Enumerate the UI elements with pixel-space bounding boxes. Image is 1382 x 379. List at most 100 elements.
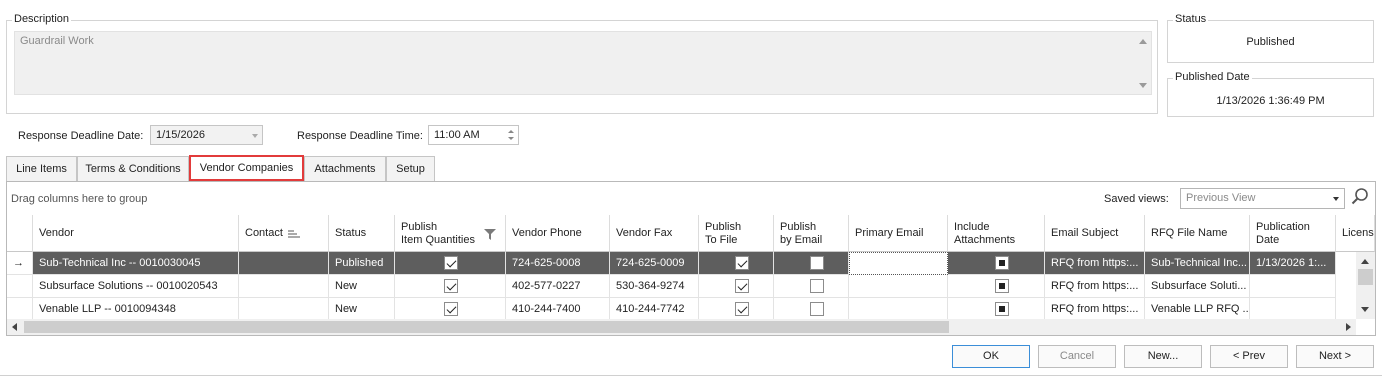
publish-email-checkbox[interactable] <box>810 279 824 293</box>
chevron-down-icon[interactable] <box>1333 197 1339 201</box>
new-button[interactable]: New... <box>1124 345 1202 368</box>
cell-primary-email[interactable] <box>849 275 948 298</box>
deadline-date-field[interactable]: 1/15/2026 <box>150 125 263 145</box>
cell-email-subject[interactable]: RFQ from https:... <box>1045 275 1145 298</box>
cell-include-attachments[interactable] <box>948 252 1045 275</box>
cell-email-subject[interactable]: RFQ from https:... <box>1045 252 1145 275</box>
scroll-thumb[interactable] <box>1358 269 1373 285</box>
cell-publish-email[interactable] <box>774 275 849 298</box>
col-vendor[interactable]: Vendor <box>33 215 239 252</box>
prev-button[interactable]: < Prev <box>1210 345 1288 368</box>
cell-phone[interactable]: 724-625-0008 <box>506 252 610 275</box>
scroll-up-icon[interactable] <box>1139 39 1147 44</box>
group-by-area[interactable]: Drag columns here to group <box>11 193 147 205</box>
publish-qty-checkbox[interactable] <box>444 256 458 270</box>
cell-vendor[interactable]: Venable LLP -- 0010094348 <box>33 298 239 321</box>
publish-email-checkbox[interactable] <box>810 256 824 270</box>
col-email-subject[interactable]: Email Subject <box>1045 215 1145 252</box>
cell-status[interactable]: Published <box>329 252 395 275</box>
cell-primary-email[interactable] <box>849 298 948 321</box>
tab-terms-conditions[interactable]: Terms & Conditions <box>77 156 189 181</box>
cell-publish-qty[interactable] <box>395 298 506 321</box>
col-publish-to-file[interactable]: Publish To File <box>699 215 774 252</box>
cell-rfq-file[interactable]: Sub-Technical Inc... <box>1145 252 1250 275</box>
cell-status[interactable]: New <box>329 275 395 298</box>
col-rfq-file-name[interactable]: RFQ File Name <box>1145 215 1250 252</box>
scroll-up-icon[interactable] <box>1361 259 1369 264</box>
grid-vertical-scrollbar[interactable] <box>1356 252 1375 319</box>
col-publish-item-quantities[interactable]: Publish Item Quantities <box>395 215 506 252</box>
publish-file-checkbox[interactable] <box>735 302 749 316</box>
cell-publish-qty[interactable] <box>395 252 506 275</box>
col-vendor-fax[interactable]: Vendor Fax <box>610 215 699 252</box>
sort-icon[interactable] <box>288 230 300 239</box>
col-publication-date[interactable]: Publication Date <box>1250 215 1336 252</box>
cell-publish-file[interactable] <box>699 275 774 298</box>
cell-phone[interactable]: 410-244-7400 <box>506 298 610 321</box>
publish-qty-checkbox[interactable] <box>444 279 458 293</box>
description-textarea[interactable]: Guardrail Work <box>14 31 1152 95</box>
cell-rfq-file[interactable]: Subsurface Soluti... <box>1145 275 1250 298</box>
cell-publish-file[interactable] <box>699 252 774 275</box>
cell-pub-date[interactable] <box>1250 298 1336 321</box>
spin-down-icon[interactable] <box>508 137 514 140</box>
scroll-down-icon[interactable] <box>1139 83 1147 88</box>
scroll-right-icon[interactable] <box>1346 323 1351 331</box>
filter-icon[interactable] <box>484 229 496 240</box>
cell-status[interactable]: New <box>329 298 395 321</box>
deadline-time-field[interactable]: 11:00 AM <box>428 125 519 145</box>
include-attachments-checkbox[interactable] <box>995 256 1009 270</box>
cell-publish-email[interactable] <box>774 252 849 275</box>
next-button[interactable]: Next > <box>1296 345 1374 368</box>
table-row[interactable]: Venable LLP -- 0010094348 New 410-244-74… <box>7 298 1375 321</box>
cell-contact[interactable] <box>239 275 329 298</box>
cell-fax[interactable]: 410-244-7742 <box>610 298 699 321</box>
col-vendor-phone[interactable]: Vendor Phone <box>506 215 610 252</box>
cell-rfq-file[interactable]: Venable LLP RFQ ... <box>1145 298 1250 321</box>
cell-email-subject[interactable]: RFQ from https:... <box>1045 298 1145 321</box>
cell-fax[interactable]: 724-625-0009 <box>610 252 699 275</box>
cell-phone[interactable]: 402-577-0227 <box>506 275 610 298</box>
publish-qty-checkbox[interactable] <box>444 302 458 316</box>
publish-file-checkbox[interactable] <box>735 256 749 270</box>
include-attachments-checkbox[interactable] <box>995 279 1009 293</box>
publish-email-checkbox[interactable] <box>810 302 824 316</box>
tab-setup[interactable]: Setup <box>386 156 435 181</box>
col-status[interactable]: Status <box>329 215 395 252</box>
tab-line-items[interactable]: Line Items <box>6 156 77 181</box>
chevron-down-icon[interactable] <box>252 134 258 138</box>
col-publish-by-email[interactable]: Publish by Email <box>774 215 849 252</box>
cell-pub-date[interactable] <box>1250 275 1336 298</box>
cell-vendor[interactable]: Subsurface Solutions -- 0010020543 <box>33 275 239 298</box>
description-scrollbar[interactable] <box>1136 32 1151 94</box>
cell-fax[interactable]: 530-364-9274 <box>610 275 699 298</box>
cell-contact[interactable] <box>239 252 329 275</box>
col-include-attachments[interactable]: Include Attachments <box>948 215 1045 252</box>
publish-file-checkbox[interactable] <box>735 279 749 293</box>
table-row[interactable]: Subsurface Solutions -- 0010020543 New 4… <box>7 275 1375 298</box>
cell-publish-email[interactable] <box>774 298 849 321</box>
grid-horizontal-scrollbar[interactable] <box>7 319 1356 335</box>
tab-attachments[interactable]: Attachments <box>304 156 386 181</box>
ok-button[interactable]: OK <box>952 345 1030 368</box>
spin-up-icon[interactable] <box>508 130 514 133</box>
search-icon[interactable] <box>1350 187 1370 207</box>
cell-vendor[interactable]: Sub-Technical Inc -- 0010030045 <box>33 252 239 275</box>
cell-include-attachments[interactable] <box>948 298 1045 321</box>
cell-publish-file[interactable] <box>699 298 774 321</box>
tab-vendor-companies[interactable]: Vendor Companies <box>189 155 304 181</box>
col-primary-email[interactable]: Primary Email <box>849 215 948 252</box>
scroll-thumb[interactable] <box>24 321 949 333</box>
include-attachments-checkbox[interactable] <box>995 302 1009 316</box>
cell-primary-email[interactable] <box>849 252 948 275</box>
scroll-left-icon[interactable] <box>12 323 17 331</box>
table-row[interactable]: → Sub-Technical Inc -- 0010030045 Publis… <box>7 252 1375 275</box>
col-license[interactable]: License <box>1336 215 1375 252</box>
scroll-down-icon[interactable] <box>1361 307 1369 312</box>
saved-views-select[interactable]: Previous View <box>1180 188 1345 209</box>
cell-publish-qty[interactable] <box>395 275 506 298</box>
col-contact[interactable]: Contact <box>239 215 329 252</box>
cancel-button[interactable]: Cancel <box>1038 345 1116 368</box>
cell-include-attachments[interactable] <box>948 275 1045 298</box>
cell-pub-date[interactable]: 1/13/2026 1:... <box>1250 252 1336 275</box>
